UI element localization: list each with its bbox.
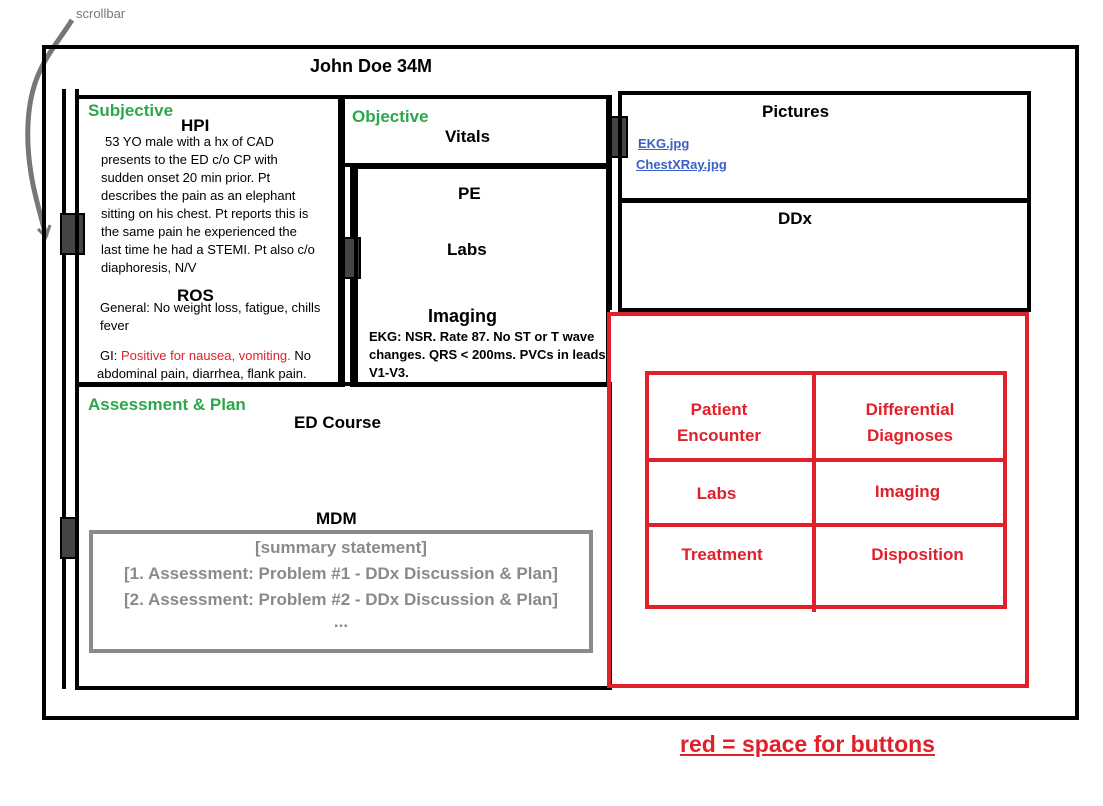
patient-encounter-button[interactable]: Patient Encounter: [649, 397, 789, 449]
imaging-button[interactable]: Imaging: [830, 479, 985, 505]
imaging-text: EKG: NSR. Rate 87. No ST or T wave chang…: [369, 329, 606, 380]
ros-gi-positive: Positive for nausea, vomiting.: [120, 348, 291, 363]
patient-title: John Doe 34M: [310, 56, 433, 76]
ddx-title: DDx: [778, 209, 813, 228]
main-scrollbar-track-left: [62, 89, 66, 689]
hpi-text: 53 YO male with a hx of CAD presents to …: [101, 134, 315, 275]
vitals-title: Vitals: [445, 127, 491, 146]
file-link-ekg[interactable]: EKG.jpg: [638, 136, 689, 151]
mdm-title: MDM: [316, 509, 357, 528]
disposition-button[interactable]: Disposition: [840, 542, 995, 568]
pictures-title: Pictures: [762, 102, 830, 121]
imaging-title: Imaging: [428, 306, 498, 326]
subjective-label: Subjective: [88, 101, 174, 120]
ddx-panel: [618, 199, 1031, 312]
objective-label: Objective: [352, 107, 429, 126]
labs-button[interactable]: Labs: [649, 481, 784, 507]
differential-diagnoses-button[interactable]: Differential Diagnoses: [830, 397, 990, 449]
ed-course-title: ED Course: [294, 413, 381, 432]
mdm-template-text: [summary statement] [1. Assessment: Prob…: [124, 538, 558, 631]
assessment-plan-label: Assessment & Plan: [88, 395, 246, 414]
ros-text: General: No weight loss, fatigue, chills…: [97, 300, 321, 381]
legend-text: red = space for buttons: [680, 731, 935, 757]
button-grid-vertical-divider: [812, 371, 816, 612]
file-link-chest-xray[interactable]: ChestXRay.jpg: [636, 157, 727, 172]
pe-title: PE: [458, 184, 481, 203]
labs-title: Labs: [447, 240, 487, 259]
scrollbar-annotation-label: scrollbar: [76, 6, 126, 21]
treatment-button[interactable]: Treatment: [652, 542, 792, 568]
button-grid-hdivider-2: [645, 523, 1007, 527]
button-grid-hdivider-1: [645, 458, 1007, 462]
